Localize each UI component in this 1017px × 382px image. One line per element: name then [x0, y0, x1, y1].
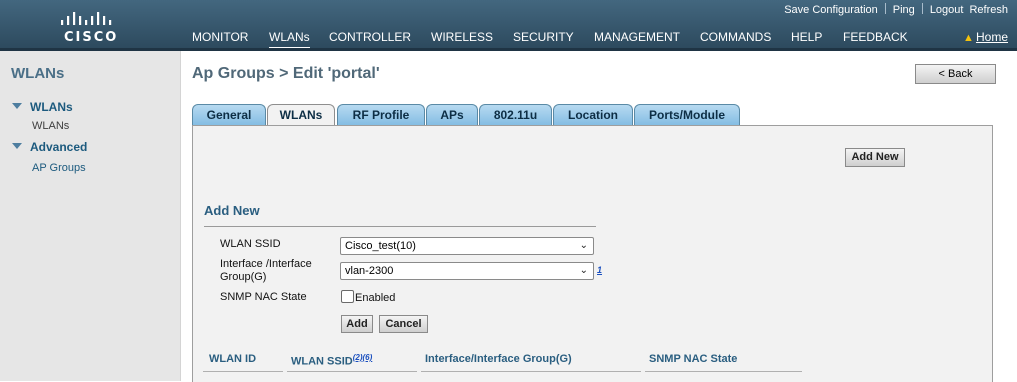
- menu-commands[interactable]: COMMANDS: [700, 30, 771, 44]
- sidebar: WLANs WLANs WLANs Advanced AP Groups: [0, 51, 181, 381]
- menu-wlans[interactable]: WLANs: [269, 30, 310, 50]
- header-underline: [203, 371, 283, 372]
- snmp-nac-enabled-label: Enabled: [355, 292, 396, 304]
- page-title: Ap Groups > Edit 'portal': [192, 65, 380, 82]
- wlan-ssid-select[interactable]: Cisco_test(10) ⌄: [340, 237, 594, 255]
- column-header-snmp-nac-state: SNMP NAC State: [649, 353, 738, 365]
- refresh-link[interactable]: Refresh: [969, 4, 1008, 16]
- expand-triangle-icon: [12, 143, 22, 149]
- chevron-down-icon: ⌄: [579, 240, 588, 251]
- menu-controller[interactable]: CONTROLLER: [329, 30, 411, 44]
- header-underline: [645, 371, 802, 372]
- back-button[interactable]: < Back: [915, 64, 996, 84]
- top-header-bar: CISCO Save Configuration Ping Logout Refres…: [0, 0, 1017, 50]
- section-divider: [204, 226, 596, 227]
- sidebar-item-ap-groups[interactable]: AP Groups: [32, 162, 86, 174]
- chevron-down-icon: ⌄: [579, 265, 588, 276]
- tab-rf-profile[interactable]: RF Profile: [337, 104, 425, 125]
- tab-ports-module[interactable]: Ports/Module: [634, 104, 740, 125]
- header-underline: [421, 371, 641, 372]
- cancel-button[interactable]: Cancel: [379, 315, 428, 333]
- sidebar-section-wlans[interactable]: WLANs: [12, 100, 73, 114]
- snmp-nac-enabled-checkbox[interactable]: [341, 290, 354, 303]
- interface-help-link[interactable]: 1: [597, 265, 602, 275]
- add-button[interactable]: Add: [341, 315, 373, 333]
- header-underline: [287, 371, 417, 372]
- wlan-ssid-label: WLAN SSID: [220, 238, 281, 250]
- menu-monitor[interactable]: MONITOR: [192, 30, 248, 44]
- menu-wireless[interactable]: WIRELESS: [431, 30, 493, 44]
- tab-wlans[interactable]: WLANs: [267, 104, 335, 127]
- menu-help[interactable]: HELP: [791, 30, 822, 44]
- ssid-footnote-link[interactable]: (2)(6): [353, 353, 373, 362]
- add-new-button[interactable]: Add New: [845, 148, 905, 167]
- logout-link[interactable]: Logout: [930, 4, 964, 16]
- save-configuration-link[interactable]: Save Configuration: [784, 4, 878, 16]
- menu-security[interactable]: SECURITY: [513, 30, 574, 44]
- expand-triangle-icon: [12, 103, 22, 109]
- sidebar-section-advanced[interactable]: Advanced: [12, 140, 87, 154]
- ping-link[interactable]: Ping: [893, 4, 915, 16]
- add-new-section-title: Add New: [204, 203, 260, 218]
- interface-select[interactable]: vlan-2300 ⌄: [340, 262, 594, 280]
- column-header-wlan-id: WLAN ID: [209, 353, 257, 365]
- snmp-nac-state-label: SNMP NAC State: [220, 291, 307, 303]
- cisco-logo-text: CISCO: [64, 30, 119, 45]
- tab-aps[interactable]: APs: [426, 104, 478, 125]
- tab-general[interactable]: General: [192, 104, 266, 125]
- menu-feedback[interactable]: FEEDBACK: [843, 30, 908, 44]
- home-icon: ▲: [962, 32, 974, 44]
- tab-802-11u[interactable]: 802.11u: [479, 104, 552, 125]
- utility-links: Save Configuration Ping Logout Refresh: [784, 3, 1008, 16]
- sidebar-title: WLANs: [11, 65, 65, 82]
- tab-location[interactable]: Location: [553, 104, 633, 125]
- menu-management[interactable]: MANAGEMENT: [594, 30, 680, 44]
- interface-label: Interface /Interface Group(G): [220, 258, 312, 283]
- sidebar-item-wlans[interactable]: WLANs: [32, 120, 69, 132]
- home-link[interactable]: ▲ Home: [963, 30, 1008, 44]
- column-header-wlan-ssid: WLAN SSID(2)(6): [291, 353, 373, 368]
- column-header-interface: Interface/Interface Group(G): [425, 353, 572, 365]
